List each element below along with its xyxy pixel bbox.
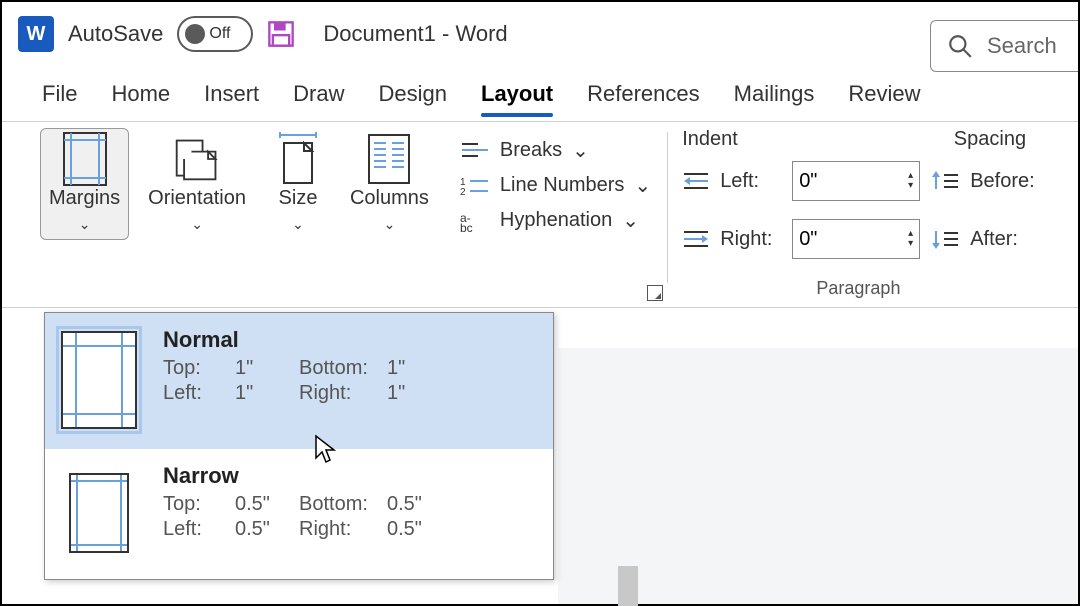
tab-home[interactable]: Home [111, 73, 170, 115]
margin-narrow-name: Narrow [163, 463, 541, 489]
columns-label: Columns [350, 187, 429, 210]
margin-option-normal[interactable]: Normal Top:1" Bottom:1" Left:1" Right:1" [45, 313, 553, 449]
orientation-button[interactable]: Orientation ⌄ [139, 128, 255, 240]
breaks-icon [460, 139, 490, 163]
margin-narrow-icon [69, 473, 129, 553]
line-numbers-button[interactable]: 12 Line Numbers ⌄ [454, 169, 657, 202]
chevron-down-icon: ⌄ [292, 216, 304, 233]
spacing-before-label: Before: [970, 170, 1034, 193]
chevron-down-icon: ⌄ [191, 216, 203, 233]
spacing-after-icon [930, 227, 960, 251]
chevron-down-icon: ⌄ [622, 208, 639, 233]
indent-left-value[interactable] [799, 170, 869, 193]
autosave-toggle[interactable]: Off [177, 16, 253, 52]
svg-text:bc: bc [460, 221, 473, 232]
save-icon[interactable] [267, 20, 295, 48]
svg-text:2: 2 [460, 187, 466, 197]
margins-button[interactable]: Margins ⌄ [40, 128, 129, 240]
indent-left-label: Left: [720, 170, 782, 193]
chevron-down-icon: ⌄ [79, 216, 91, 233]
breaks-label: Breaks [500, 139, 562, 162]
document-area[interactable] [558, 348, 1078, 604]
columns-icon [365, 135, 413, 183]
document-title: Document1 - Word [323, 21, 507, 47]
indent-right-label: Right: [720, 228, 782, 251]
spacing-header: Spacing [954, 128, 1026, 151]
ribbon-tabs: File Home Insert Draw Design Layout Refe… [2, 66, 1078, 122]
tab-mailings[interactable]: Mailings [734, 73, 815, 115]
hyphenation-button[interactable]: a-bc Hyphenation ⌄ [454, 204, 657, 237]
tab-references[interactable]: References [587, 73, 700, 115]
orientation-icon [173, 135, 221, 183]
margin-normal-name: Normal [163, 327, 541, 353]
margins-icon [61, 135, 109, 183]
autosave-state: Off [209, 25, 230, 43]
spacing-after-label: After: [970, 228, 1018, 251]
size-button[interactable]: Size ⌄ [265, 128, 331, 240]
orientation-label: Orientation [148, 187, 246, 210]
tab-insert[interactable]: Insert [204, 73, 259, 115]
indent-left-icon [682, 170, 710, 192]
spinner-arrows-icon[interactable]: ▴▾ [908, 229, 913, 249]
search-icon [947, 33, 973, 59]
size-label: Size [279, 187, 318, 210]
spacing-before-icon [930, 169, 960, 193]
tab-design[interactable]: Design [379, 73, 447, 115]
margin-option-narrow[interactable]: Narrow Top:0.5" Bottom:0.5" Left:0.5" Ri… [45, 449, 553, 579]
columns-button[interactable]: Columns ⌄ [341, 128, 438, 240]
line-numbers-icon: 12 [460, 174, 490, 198]
tab-review[interactable]: Review [848, 73, 920, 115]
indent-right-value[interactable] [799, 228, 869, 251]
spinner-arrows-icon[interactable]: ▴▾ [908, 171, 913, 191]
indent-left-input[interactable]: ▴▾ [792, 161, 920, 201]
tab-file[interactable]: File [42, 73, 77, 115]
chevron-down-icon: ⌄ [634, 173, 651, 198]
autosave-label: AutoSave [68, 21, 163, 47]
margins-dropdown: Normal Top:1" Bottom:1" Left:1" Right:1"… [44, 312, 554, 580]
page-edge [618, 566, 638, 606]
size-icon [274, 135, 322, 183]
search-placeholder: Search [987, 33, 1057, 59]
indent-header: Indent [682, 128, 738, 151]
breaks-button[interactable]: Breaks ⌄ [454, 134, 657, 167]
line-numbers-label: Line Numbers [500, 174, 625, 197]
toggle-knob-icon [185, 24, 205, 44]
margin-normal-icon [61, 331, 137, 429]
hyphenation-icon: a-bc [460, 209, 490, 233]
word-app-icon: W [18, 16, 54, 52]
search-box[interactable]: Search [930, 20, 1078, 72]
ribbon: Margins ⌄ Orientation ⌄ Size ⌄ [2, 122, 1078, 308]
tab-draw[interactable]: Draw [293, 73, 344, 115]
paragraph-caption: Paragraph [682, 274, 1034, 303]
indent-right-input[interactable]: ▴▾ [792, 219, 920, 259]
page-setup-launcher[interactable] [647, 285, 663, 301]
hyphenation-label: Hyphenation [500, 209, 612, 232]
group-paragraph: Indent Spacing Left: ▴▾ Before: Right: ▴… [668, 122, 1048, 307]
tab-layout[interactable]: Layout [481, 73, 553, 115]
group-page-setup: Margins ⌄ Orientation ⌄ Size ⌄ [2, 122, 667, 307]
margins-label: Margins [49, 187, 120, 210]
title-bar: W AutoSave Off Document1 - Word Search [2, 2, 1078, 66]
indent-right-icon [682, 228, 710, 250]
chevron-down-icon: ⌄ [384, 216, 396, 233]
chevron-down-icon: ⌄ [572, 138, 589, 163]
